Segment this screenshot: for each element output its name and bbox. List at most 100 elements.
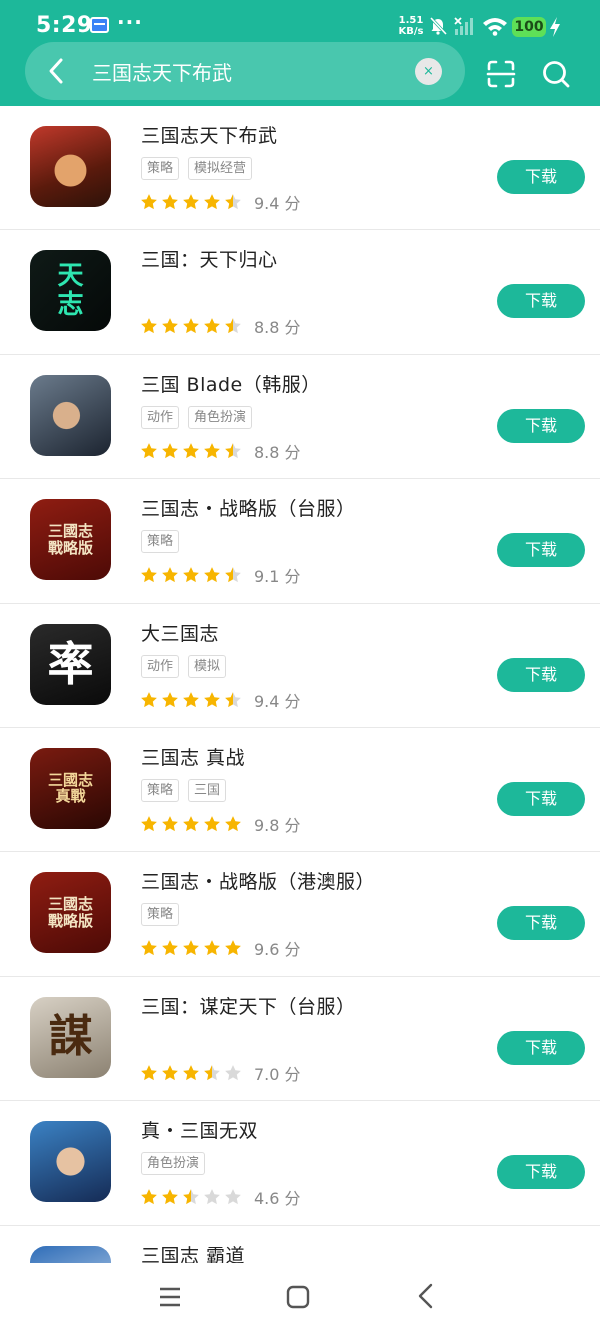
app-name[interactable]: 三国志・战略版（港澳服） bbox=[141, 867, 375, 894]
mou-logo-icon[interactable]: 謀 bbox=[30, 996, 111, 1078]
star-icon bbox=[204, 442, 220, 458]
download-button[interactable]: 下载 bbox=[497, 533, 585, 568]
download-button[interactable]: 下载 bbox=[497, 906, 585, 941]
app-name[interactable]: 三国志・战略版（台服） bbox=[141, 494, 356, 521]
star-icon bbox=[204, 1189, 220, 1205]
network-speed-value: 1.51 bbox=[398, 15, 424, 26]
app-list-item[interactable]: 三國志 戰略版 三国志・战略版（港澳服） 策略 9.6 分 下载 bbox=[0, 852, 600, 977]
menu-icon[interactable] bbox=[158, 1285, 182, 1309]
download-button[interactable]: 下载 bbox=[497, 657, 585, 692]
app-rating: 9.1 分 bbox=[140, 563, 301, 587]
app-name[interactable]: 三国志 真战 bbox=[141, 743, 245, 770]
star-icon bbox=[204, 940, 220, 956]
rating-stars bbox=[140, 442, 242, 460]
icon-artwork: 率 bbox=[47, 636, 94, 691]
category-tag: 模拟 bbox=[188, 654, 227, 678]
star-icon bbox=[225, 940, 241, 956]
icon-artwork: 天 志 bbox=[57, 261, 84, 320]
app-list-item[interactable]: 三国志天下布武 策略 模拟经营 9.4 分 下载 bbox=[0, 106, 600, 231]
rating-stars bbox=[140, 1188, 242, 1206]
infinite-borders-icon[interactable]: 率 bbox=[30, 623, 111, 705]
charging-bolt-icon bbox=[550, 17, 560, 37]
star-icon bbox=[225, 691, 241, 707]
star-icon bbox=[225, 1189, 241, 1205]
app-name[interactable]: 大三国志 bbox=[141, 619, 219, 646]
wifi-icon bbox=[483, 18, 507, 36]
app-name[interactable]: 三国：谋定天下（台服） bbox=[141, 992, 356, 1019]
star-icon bbox=[141, 1189, 157, 1205]
search-icon[interactable] bbox=[541, 59, 571, 89]
app-list-item[interactable]: 三國志 真戰 三国志 真战 策略 三国 9.8 分 下载 bbox=[0, 728, 600, 853]
warrior-portrait-icon[interactable] bbox=[30, 374, 111, 456]
clear-search-button[interactable]: × bbox=[415, 58, 442, 85]
star-icon bbox=[183, 940, 199, 956]
icon-artwork: 三國志 戰略版 bbox=[47, 895, 93, 930]
download-button[interactable]: 下载 bbox=[497, 781, 585, 816]
app-rating: 7.0 分 bbox=[140, 1061, 301, 1085]
badao-portrait-icon[interactable] bbox=[30, 1245, 111, 1263]
icon-artwork: 三國志 真戰 bbox=[47, 770, 93, 806]
app-list-item[interactable]: 真・三国无双 角色扮演 4.6 分 下载 bbox=[0, 1101, 600, 1226]
search-results-list[interactable]: 三国志天下布武 策略 模拟经营 9.4 分下载天 志三国：天下归心 8.8 分下载 三国 … bbox=[0, 106, 600, 1263]
star-icon bbox=[141, 691, 157, 707]
category-tag: 策略 bbox=[141, 778, 180, 802]
download-button[interactable]: 下载 bbox=[497, 160, 585, 194]
star-icon bbox=[141, 567, 157, 583]
download-button[interactable]: 下载 bbox=[497, 1030, 585, 1065]
category-tag: 策略 bbox=[141, 903, 180, 927]
app-name[interactable]: 三国 Blade（韩服） bbox=[141, 370, 321, 397]
app-list-item[interactable]: 率 大三国志 动作 模拟 9.4 分 下载 bbox=[0, 604, 600, 728]
star-icon bbox=[183, 442, 199, 458]
app-tags: 策略 bbox=[141, 530, 180, 554]
app-list-item[interactable]: 三国志 霸道 bbox=[0, 1226, 600, 1263]
star-icon bbox=[225, 816, 241, 832]
notification-card-icon bbox=[90, 17, 109, 33]
rating-stars bbox=[140, 691, 242, 709]
star-icon bbox=[162, 940, 178, 956]
app-name[interactable]: 三国志天下布武 bbox=[141, 121, 278, 148]
category-tag: 策略 bbox=[141, 157, 180, 180]
more-notifications-icon: ··· bbox=[117, 10, 143, 34]
app-list-item[interactable]: 天 志 三国：天下归心 8.8 分 下载 bbox=[0, 230, 600, 355]
icon-artwork: 三國志 戰略版 bbox=[47, 522, 93, 557]
app-name[interactable]: 三国：天下归心 bbox=[141, 245, 278, 272]
star-icon bbox=[204, 691, 220, 707]
star-icon bbox=[204, 567, 220, 583]
rating-score: 4.6 分 bbox=[254, 1189, 301, 1209]
rating-score: 9.6 分 bbox=[254, 940, 301, 960]
star-icon bbox=[162, 816, 178, 832]
app-list-item[interactable]: 謀 三国：谋定天下（台服） 7.0 分 下载 bbox=[0, 977, 600, 1102]
download-button[interactable]: 下载 bbox=[497, 284, 585, 319]
star-icon bbox=[183, 691, 199, 707]
strategy-logo-icon[interactable]: 三國志 戰略版 bbox=[30, 499, 111, 581]
zhenzhan-logo-icon[interactable]: 三國志 真戰 bbox=[30, 747, 111, 829]
app-list-item[interactable]: 三國志 戰略版 三国志・战略版（台服） 策略 9.1 分 下载 bbox=[0, 479, 600, 604]
app-rating: 9.6 分 bbox=[140, 936, 301, 960]
rating-stars bbox=[140, 939, 242, 957]
calligraphy-logo-icon[interactable]: 天 志 bbox=[30, 250, 111, 332]
general-portrait-icon[interactable] bbox=[30, 126, 111, 207]
icon-artwork: 謀 bbox=[48, 1011, 93, 1063]
back-arrow-icon[interactable] bbox=[44, 56, 68, 86]
app-tags: 动作 角色扮演 bbox=[141, 405, 253, 429]
scan-icon[interactable] bbox=[486, 59, 516, 89]
home-icon[interactable] bbox=[286, 1285, 310, 1309]
network-speed-unit: KB/s bbox=[398, 26, 424, 37]
star-icon bbox=[225, 194, 241, 210]
hero-portrait-icon[interactable] bbox=[30, 1121, 111, 1203]
app-list-item[interactable]: 三国 Blade（韩服） 动作 角色扮演 8.8 分 下载 bbox=[0, 355, 600, 480]
category-tag: 角色扮演 bbox=[188, 405, 253, 429]
strategy-logo-icon[interactable]: 三國志 戰略版 bbox=[30, 872, 111, 954]
search-input[interactable] bbox=[92, 56, 392, 86]
download-button[interactable]: 下载 bbox=[497, 408, 585, 443]
app-name[interactable]: 真・三国无双 bbox=[141, 1116, 258, 1143]
status-time: 5:29 bbox=[36, 13, 93, 38]
app-name[interactable]: 三国志 霸道 bbox=[141, 1241, 245, 1263]
app-tags: 策略 bbox=[141, 903, 180, 927]
rating-stars bbox=[140, 193, 242, 211]
download-button[interactable]: 下载 bbox=[497, 1155, 585, 1190]
star-icon bbox=[225, 1064, 241, 1080]
app-rating: 8.8 分 bbox=[140, 314, 301, 338]
back-icon[interactable] bbox=[416, 1283, 436, 1309]
rating-stars bbox=[140, 1064, 242, 1082]
